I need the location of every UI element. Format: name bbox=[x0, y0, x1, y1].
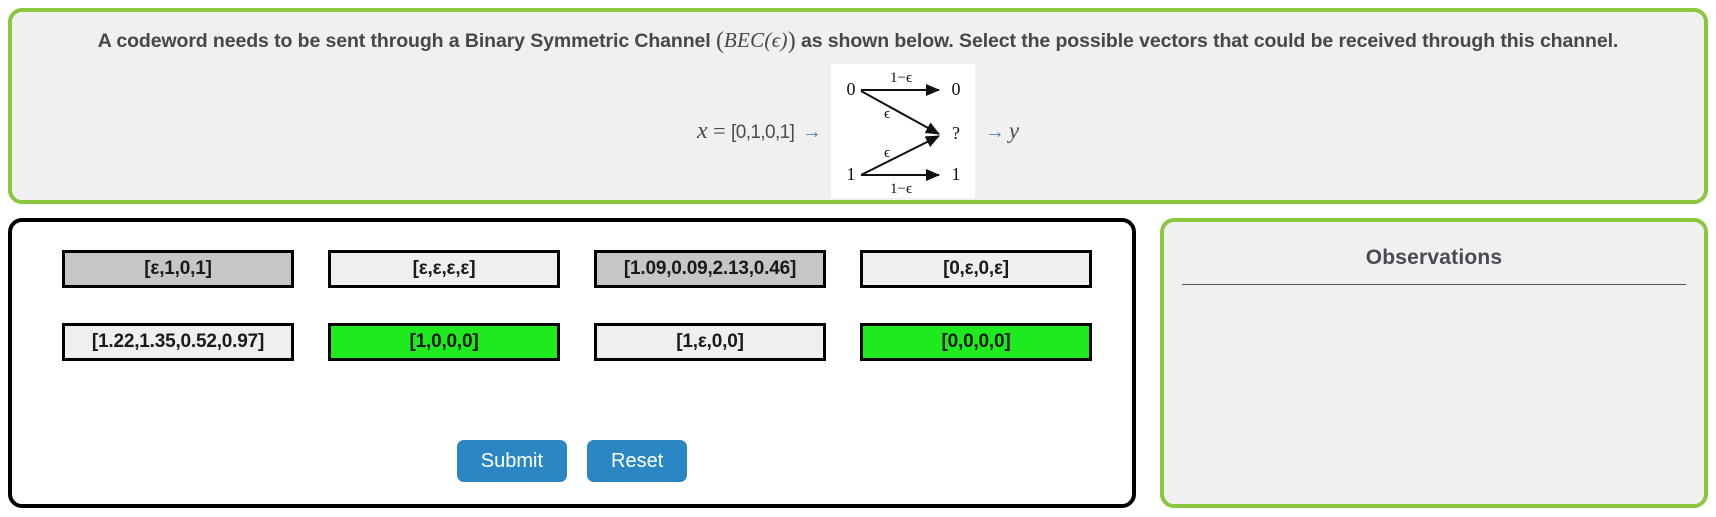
math-inner-open-paren: ( bbox=[764, 28, 772, 52]
channel-diagram-row: x = [0,1,0,1] → 0 1 0 ? 1 1−ϵ ϵ ϵ 1−ϵ → … bbox=[12, 64, 1704, 198]
output-arrow-icon: → bbox=[984, 121, 1005, 143]
math-close-paren: ) bbox=[787, 28, 796, 54]
diagram-output-node-0: 0 bbox=[951, 79, 960, 99]
math-open-paren: ( bbox=[715, 28, 724, 54]
action-buttons-row: Submit Reset bbox=[12, 440, 1132, 482]
output-variable: y bbox=[1008, 118, 1020, 143]
option-button[interactable]: [ε,ε,ε,ε] bbox=[328, 250, 560, 288]
reset-button[interactable]: Reset bbox=[587, 440, 688, 482]
input-arrow-icon: → bbox=[801, 120, 822, 143]
option-button[interactable]: [ε,1,0,1] bbox=[62, 250, 294, 288]
output-vector-label: → y bbox=[975, 118, 1019, 144]
observations-panel: Observations bbox=[1160, 218, 1708, 508]
question-text-after: as shown below. Select the possible vect… bbox=[801, 30, 1619, 52]
option-button[interactable]: [0,ε,0,ε] bbox=[860, 250, 1092, 288]
diagram-output-node-1: 1 bbox=[951, 164, 960, 184]
question-text: A codeword needs to be sent through a Bi… bbox=[12, 28, 1704, 55]
option-button[interactable]: [1,ε,0,0] bbox=[594, 323, 826, 361]
diagram-edge-label-lower-erase: ϵ bbox=[884, 145, 890, 161]
input-variable: x bbox=[696, 117, 708, 144]
diagram-edge-label-upper-erase: ϵ bbox=[884, 106, 890, 122]
observations-content bbox=[1164, 285, 1704, 461]
answer-panel: [ε,1,0,1] [ε,ε,ε,ε] [1.09,0.09,2.13,0.46] [… bbox=[8, 218, 1136, 508]
options-grid: [ε,1,0,1] [ε,ε,ε,ε] [1.09,0.09,2.13,0.46] [… bbox=[62, 250, 1092, 361]
bec-channel-diagram: 0 1 0 ? 1 1−ϵ ϵ ϵ 1−ϵ bbox=[830, 64, 975, 198]
diagram-edge-label-bottom: 1−ϵ bbox=[890, 181, 912, 197]
input-equals-sign: = bbox=[713, 117, 726, 143]
input-vector-value: [0,1,0,1] bbox=[731, 121, 795, 143]
submit-button[interactable]: Submit bbox=[456, 440, 567, 482]
math-bec-label: BEC bbox=[723, 28, 765, 52]
question-text-before: A codeword needs to be sent through a Bi… bbox=[97, 30, 711, 52]
observations-title: Observations bbox=[1365, 246, 1503, 269]
diagram-edge-label-top: 1−ϵ bbox=[890, 70, 912, 86]
option-button[interactable]: [0,0,0,0] bbox=[860, 323, 1092, 361]
option-button[interactable]: [1.09,0.09,2.13,0.46] bbox=[594, 250, 826, 288]
option-button[interactable]: [1.22,1.35,0.52,0.97] bbox=[62, 323, 294, 361]
diagram-output-node-erasure: ? bbox=[952, 123, 960, 143]
input-vector-label: x = [0,1,0,1] → bbox=[697, 118, 831, 145]
diagram-input-node-0: 0 bbox=[846, 79, 855, 99]
question-panel: A codeword needs to be sent through a Bi… bbox=[8, 8, 1708, 204]
option-button[interactable]: [1,0,0,0] bbox=[328, 323, 560, 361]
diagram-input-node-1: 1 bbox=[846, 164, 855, 184]
math-inner-close-paren: ) bbox=[780, 28, 788, 52]
page-root: A codeword needs to be sent through a Bi… bbox=[0, 0, 1716, 517]
